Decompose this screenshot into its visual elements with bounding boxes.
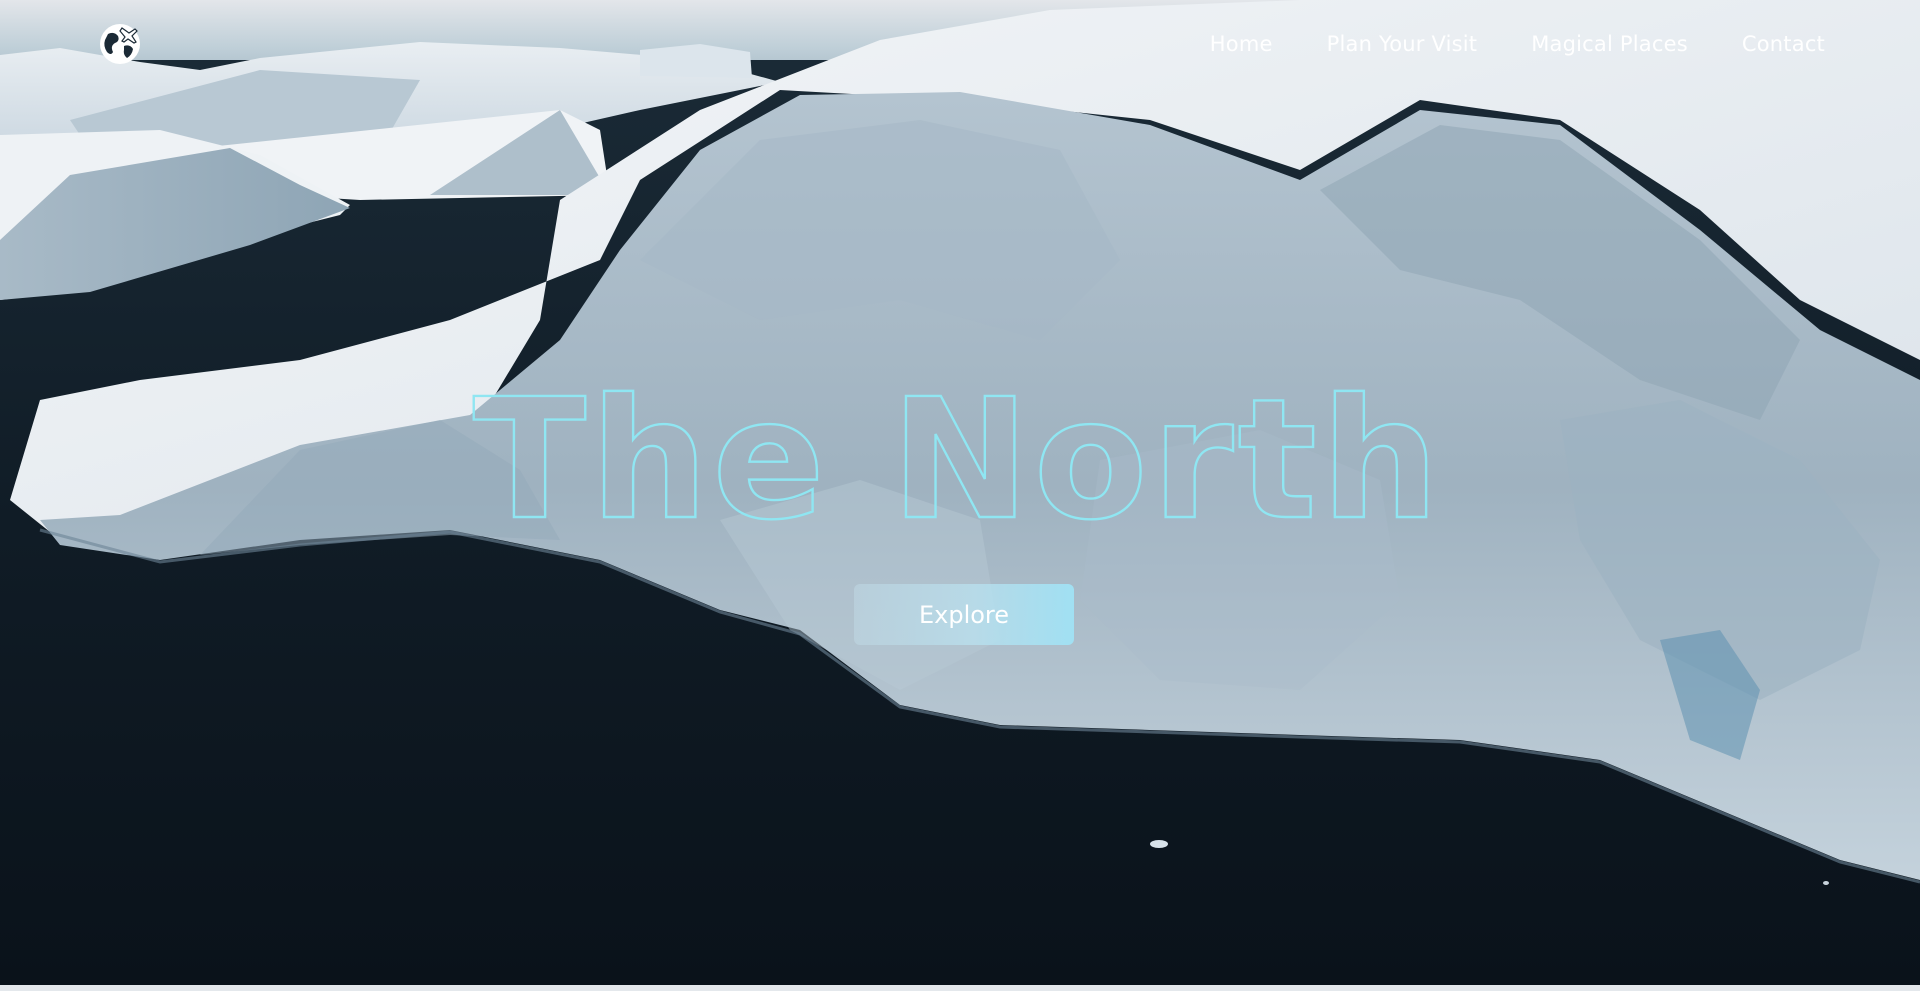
page: Home Plan Your Visit Magical Places Cont… — [0, 0, 1920, 991]
nav-home-link[interactable]: Home — [1210, 32, 1273, 56]
nav-contact-link[interactable]: Contact — [1742, 32, 1825, 56]
site-logo[interactable] — [98, 22, 142, 66]
nav-plan-your-visit-link[interactable]: Plan Your Visit — [1327, 32, 1478, 56]
explore-button[interactable]: Explore — [854, 584, 1074, 645]
main-nav: Home Plan Your Visit Magical Places Cont… — [1210, 32, 1825, 56]
nav-magical-places-link[interactable]: Magical Places — [1531, 32, 1688, 56]
hero-title-text: The North — [473, 372, 1443, 542]
hero-title: The North — [472, 372, 1443, 542]
globe-airplane-icon — [100, 24, 140, 64]
